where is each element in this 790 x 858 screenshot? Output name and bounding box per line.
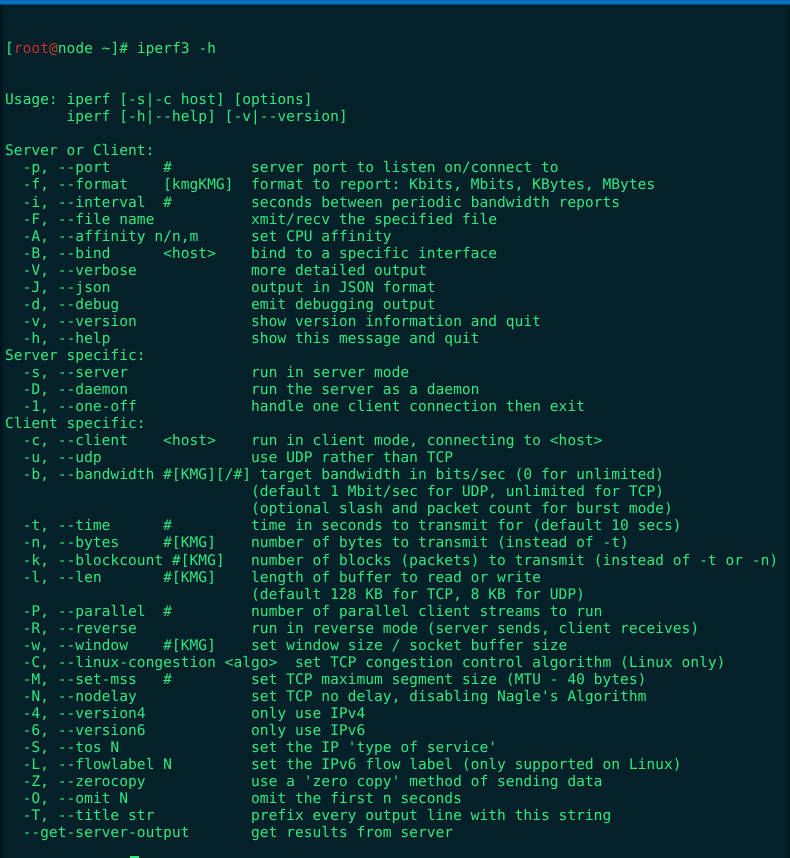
console-line: -S, --tos N set the IP 'type of service'	[5, 739, 498, 757]
console-line: -J, --json output in JSON format	[5, 278, 436, 296]
prompt-user: root	[13, 40, 49, 58]
console-line: (default 1 Mbit/sec for UDP, unlimited f…	[5, 483, 664, 501]
console-line: Server specific:	[5, 346, 146, 364]
console-line: -h, --help show this message and quit	[5, 329, 480, 347]
console-line: -b, --bandwidth #[KMG][/#] target bandwi…	[5, 466, 664, 484]
console-line: -M, --set-mss # set TCP maximum segment …	[5, 670, 647, 688]
console-line: -6, --version6 only use IPv6	[5, 721, 366, 739]
console-line: -c, --client <host> run in client mode, …	[5, 432, 603, 450]
console-line: -L, --flowlabel N set the IPv6 flow labe…	[5, 756, 682, 774]
console-line: -f, --format [kmgKMG] format to report: …	[5, 176, 656, 194]
console-line: iperf [-h|--help] [-v|--version]	[5, 108, 348, 126]
console-line: -s, --server run in server mode	[5, 363, 410, 381]
console-line: (optional slash and packet count for bur…	[5, 500, 673, 518]
console-line: Usage: iperf [-s|-c host] [options]	[5, 91, 313, 109]
console-line: -V, --verbose more detailed output	[5, 261, 427, 279]
prompt-at-symbol: @	[48, 40, 58, 58]
console-line: (default 128 KB for TCP, 8 KB for UDP)	[5, 585, 585, 603]
console-line: -B, --bind <host> bind to a specific int…	[5, 244, 498, 262]
console-line: --get-server-output get results from ser…	[5, 824, 454, 842]
console-line: -R, --reverse run in reverse mode (serve…	[5, 619, 700, 637]
console-line: -Z, --zerocopy use a 'zero copy' method …	[5, 773, 603, 791]
console-line: -F, --file name xmit/recv the specified …	[5, 210, 498, 228]
console-line: -w, --window #[KMG] set window size / so…	[5, 636, 568, 654]
console-line: -C, --linux-congestion <algo> set TCP co…	[5, 653, 726, 671]
console-line: -P, --parallel # number of parallel clie…	[5, 602, 603, 620]
console-line: -t, --time # time in seconds to transmit…	[5, 517, 682, 535]
console-line: -T, --title str prefix every output line…	[5, 807, 612, 825]
console-line: -d, --debug emit debugging output	[5, 295, 436, 313]
console-output: [root@node ~]# iperf3 -h Usage: iperf [-…	[5, 6, 778, 858]
console-line: -v, --version show version information a…	[5, 312, 541, 330]
console-line: -D, --daemon run the server as a daemon	[5, 381, 480, 399]
console-line: -4, --version4 only use IPv4	[5, 704, 366, 722]
console-line: -A, --affinity n/n,m set CPU affinity	[5, 227, 392, 245]
console-line: Client specific:	[5, 415, 146, 433]
prompt-command: iperf3 -h	[136, 40, 216, 58]
prompt-host: node ~]#	[57, 40, 137, 58]
console-line: Server or Client:	[5, 142, 155, 160]
prompt-line: [root@node ~]# iperf3 -h	[5, 40, 778, 57]
console-line: -i, --interval # seconds between periodi…	[5, 193, 621, 211]
console-line: -k, --blockcount #[KMG] number of blocks…	[5, 551, 779, 569]
console-line: -O, --omit N omit the first n seconds	[5, 790, 462, 808]
prompt-bracket: [	[5, 40, 14, 58]
console-line: -1, --one-off handle one client connecti…	[5, 398, 585, 416]
console-line: -p, --port # server port to listen on/co…	[5, 159, 559, 177]
terminal-screen[interactable]: [root@node ~]# iperf3 -h Usage: iperf [-…	[3, 5, 788, 858]
console-line: -N, --nodelay set TCP no delay, disablin…	[5, 687, 647, 705]
console-line: -n, --bytes #[KMG] number of bytes to tr…	[5, 534, 629, 552]
terminal-window[interactable]: [root@node ~]# iperf3 -h Usage: iperf [-…	[0, 0, 790, 858]
console-line: -u, --udp use UDP rather than TCP	[5, 449, 454, 467]
console-line: -l, --len #[KMG] length of buffer to rea…	[5, 568, 541, 586]
